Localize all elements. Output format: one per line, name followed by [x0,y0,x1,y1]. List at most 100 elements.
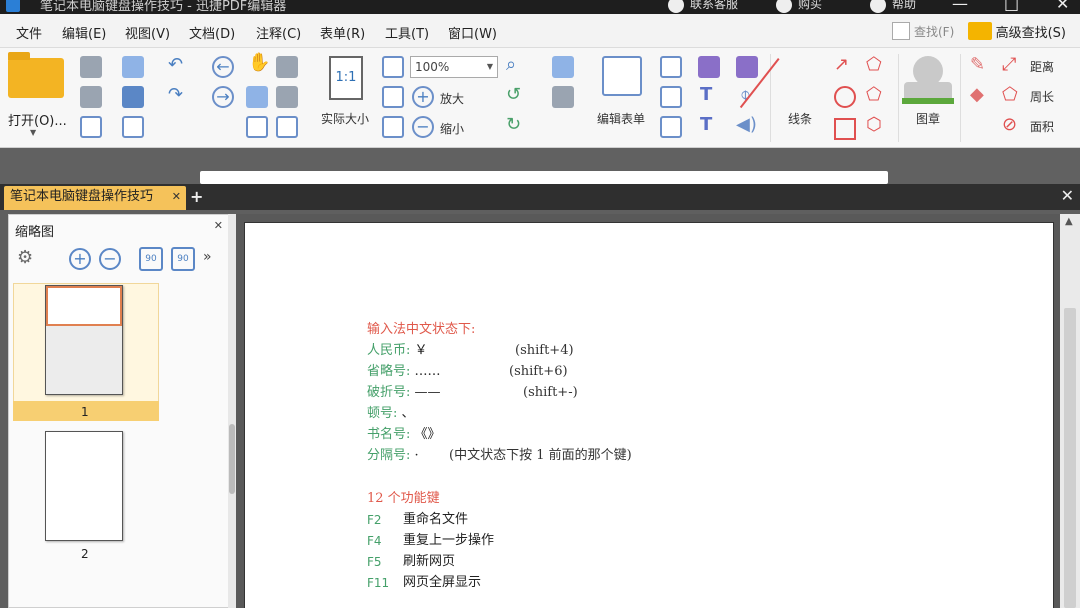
polyline-tool-icon[interactable]: ⬠ [866,54,882,75]
menu-file[interactable]: 文件 [16,23,42,42]
panel-splitter[interactable] [228,214,236,608]
page-thumbnail-1[interactable] [45,285,123,395]
note-icon[interactable] [736,56,758,78]
zoom-in-label[interactable]: 放大 [440,90,464,107]
menu-tools[interactable]: 工具(T) [385,23,429,42]
arrow-tool-icon[interactable]: ↗ [834,54,849,75]
export-icon[interactable] [80,116,102,138]
advanced-find-button[interactable]: 高级查找(S) [967,20,1066,42]
new-tab-icon[interactable]: + [190,187,203,206]
text-field-icon[interactable] [660,56,682,78]
redo-icon[interactable]: ↷ [168,84,183,105]
rotate-ccw-icon[interactable]: 90 [139,247,163,271]
text-select-doc-icon[interactable] [276,116,298,138]
thumb-zoom-in-icon[interactable]: + [69,248,91,270]
fit-width-icon[interactable] [382,86,404,108]
viewport-indicator[interactable] [46,286,122,326]
menu-form[interactable]: 表单(R) [320,23,365,42]
undo-icon[interactable]: ↶ [168,54,183,75]
area-label[interactable]: 面积 [1030,118,1054,135]
tab-document[interactable]: 笔记本电脑键盘操作技巧 ✕ [4,186,186,210]
close-window-button[interactable]: ✕ [1056,0,1069,13]
area-icon[interactable]: ⊘ [1002,114,1017,135]
menu-view[interactable]: 视图(V) [125,23,170,42]
zoom-level-field[interactable]: 100% ▼ [410,56,498,78]
thumb-zoom-out-icon[interactable]: − [99,248,121,270]
page-thumbnail-2[interactable] [45,431,123,541]
zoom-out-label[interactable]: 缩小 [440,120,464,137]
email-icon[interactable] [122,56,144,78]
vertical-scrollbar[interactable]: ▲ [1060,214,1080,608]
rotate-left-icon[interactable]: ↺ [506,84,521,105]
rotate-cw-icon[interactable]: 90 [171,247,195,271]
menu-window[interactable]: 窗口(W) [448,23,497,42]
open-label[interactable]: 打开(O)... [8,110,67,129]
close-all-icon[interactable]: ✕ [1061,186,1074,205]
lines-label[interactable]: 线条 [788,110,812,127]
find-button[interactable]: 查找(F) [892,20,954,42]
highlight-text-icon[interactable] [698,56,720,78]
zoom-in-icon[interactable]: + [412,86,434,108]
menu-document[interactable]: 文档(D) [189,23,235,42]
underline-icon[interactable]: T [700,114,712,135]
page-tool-icon[interactable] [552,56,574,78]
support-icon [668,0,684,13]
sound-icon[interactable]: ◀) [736,114,757,135]
symbol-label: 破折号: [367,385,411,400]
scroll-up-icon[interactable]: ▲ [1065,216,1073,227]
rectangle-tool-icon[interactable] [834,118,856,140]
tab-close-icon[interactable]: ✕ [172,186,181,208]
maximize-button[interactable]: □ [1004,0,1019,13]
menu-edit[interactable]: 编辑(E) [62,23,106,42]
rotate-right-icon[interactable]: ↻ [506,114,521,135]
cloud-tool-icon[interactable]: ⬡ [866,114,882,135]
edit-form-label[interactable]: 编辑表单 [597,110,645,127]
polygon-tool-icon[interactable]: ⬠ [866,84,882,105]
splitter-handle[interactable] [229,424,235,494]
previous-view-icon[interactable]: ← [212,56,234,78]
actual-size-label[interactable]: 实际大小 [321,110,369,127]
fit-visible-icon[interactable] [382,116,404,138]
scan-icon[interactable] [122,86,144,108]
distance-icon[interactable]: ⤢ [1002,54,1016,75]
panel-close-icon[interactable]: ✕ [214,219,223,232]
support-link[interactable]: 联系客服 [668,0,738,13]
open-folder-icon[interactable] [8,52,64,98]
print-icon[interactable] [80,86,102,108]
save-icon[interactable] [80,56,102,78]
magnifier-icon[interactable]: ⌕ [506,54,516,75]
ellipse-tool-icon[interactable] [834,86,856,108]
more-options-icon[interactable]: » [203,249,212,265]
eraser-icon[interactable]: ◆ [970,84,984,105]
strikeout-icon[interactable]: T [700,84,712,105]
minimize-button[interactable]: — [952,0,968,13]
insert-page-icon[interactable] [552,86,574,108]
snapshot-icon[interactable] [276,56,298,78]
new-document-icon[interactable] [122,116,144,138]
fit-page-icon[interactable] [382,56,404,78]
textbox-icon[interactable] [660,86,682,108]
select-text-icon[interactable] [246,86,268,108]
zoom-dropdown-icon[interactable]: ▼ [487,57,493,77]
zoom-out-icon[interactable]: − [412,116,434,138]
marquee-icon[interactable] [246,116,268,138]
separator [898,54,899,142]
next-view-icon[interactable]: → [212,86,234,108]
distance-label[interactable]: 距离 [1030,58,1054,75]
perimeter-label[interactable]: 周长 [1030,88,1054,105]
purchase-link[interactable]: 购买 [776,0,822,13]
pdf-page[interactable]: 输入法中文状态下: 人民币: ￥ (shift+4) 省略号: …… (shif… [244,222,1054,608]
perimeter-icon[interactable]: ⬠ [1002,84,1018,105]
menu-comment[interactable]: 注释(C) [256,23,301,42]
pencil-icon[interactable]: ✎ [970,54,985,75]
open-dropdown-arrow[interactable]: ▼ [30,128,36,137]
callout-icon[interactable] [660,116,682,138]
scroll-thumb[interactable] [1064,308,1076,608]
actual-size-icon[interactable]: 1:1 [329,56,363,100]
paste-icon[interactable] [276,86,298,108]
stamp-label[interactable]: 图章 [916,110,940,127]
gear-icon[interactable]: ⚙ [17,247,33,268]
edit-form-icon[interactable] [602,56,642,96]
help-link[interactable]: 帮助 [870,0,916,13]
hand-tool-icon[interactable]: ✋ [248,52,270,73]
